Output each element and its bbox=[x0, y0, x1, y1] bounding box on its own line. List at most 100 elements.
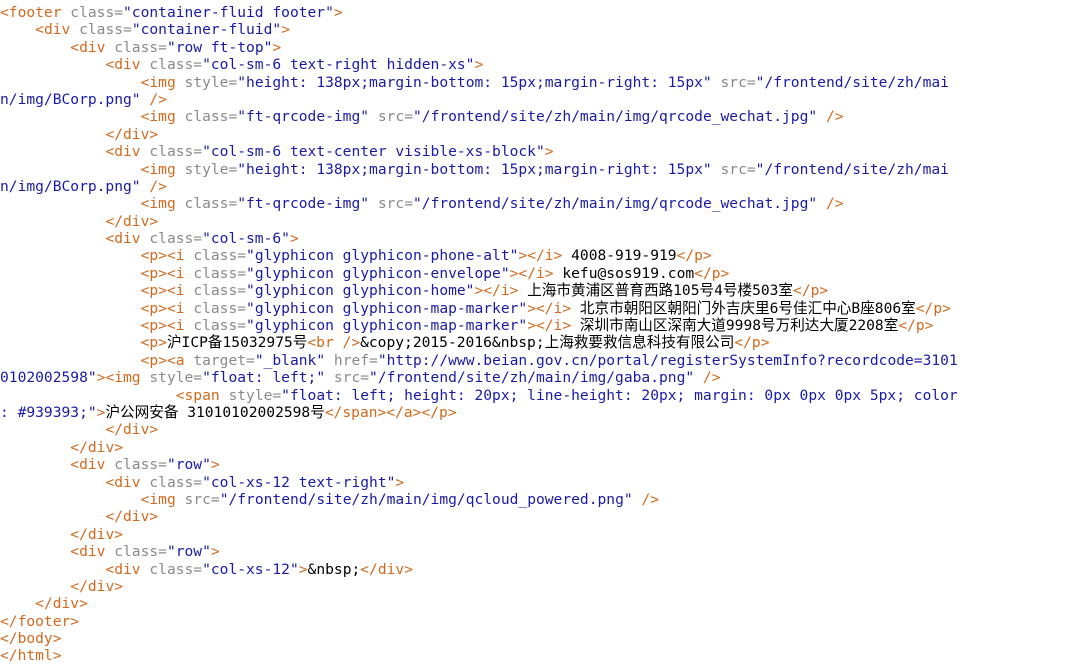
attribute-name: class= bbox=[184, 195, 238, 213]
text-content bbox=[0, 265, 141, 282]
attribute-value: "/frontend/site/zh/main/img/gaba.png" bbox=[369, 369, 703, 387]
code-line: <img class="ft-qrcode-img" src="/fronten… bbox=[0, 108, 1080, 125]
code-line: <div class="col-xs-12 text-right"> bbox=[0, 474, 1080, 491]
tag-token: <p><i bbox=[140, 317, 194, 335]
code-line: </div> bbox=[0, 126, 1080, 143]
tag-token: <img bbox=[140, 490, 185, 508]
code-line: </footer> bbox=[0, 613, 1080, 630]
tag-token: </span></a></p> bbox=[324, 403, 457, 421]
text-content bbox=[0, 247, 141, 264]
attribute-value: "_blank" bbox=[254, 351, 334, 369]
text-content bbox=[0, 300, 141, 317]
text-content: 沪ICP备15032975号 bbox=[166, 334, 308, 352]
tag-token: </p> bbox=[793, 282, 829, 300]
tag-token: /> bbox=[641, 490, 660, 508]
text-content bbox=[0, 56, 105, 73]
code-line: <div class="row ft-top"> bbox=[0, 39, 1080, 56]
text-content: &copy;2015-2016&nbsp;上海救要救信息科技有限公司 bbox=[360, 334, 735, 352]
tag-token: </div> bbox=[105, 421, 159, 439]
attribute-name: style= bbox=[228, 386, 282, 404]
text-content bbox=[0, 526, 70, 543]
code-line: <p><a target="_blank" href="http://www.b… bbox=[0, 352, 1080, 369]
code-line: <span style="float: left; height: 20px; … bbox=[0, 387, 1080, 404]
tag-token: </p> bbox=[898, 317, 934, 335]
text-content bbox=[0, 474, 105, 491]
text-content bbox=[0, 195, 141, 212]
tag-token: <p><a bbox=[140, 351, 194, 369]
attribute-value: n/img/BCorp.png" bbox=[0, 90, 150, 108]
code-line: </div> bbox=[0, 213, 1080, 230]
attribute-value: "col-sm-6 text-center visible-xs-block" bbox=[202, 143, 545, 161]
tag-token: <p> bbox=[140, 334, 167, 352]
attribute-name: class= bbox=[114, 456, 167, 474]
tag-token: <div bbox=[105, 560, 150, 578]
attribute-value: "height: 138px;margin-bottom: 15px;margi… bbox=[237, 73, 721, 91]
code-line: n/img/BCorp.png" /> bbox=[0, 178, 1080, 195]
tag-token: <div bbox=[70, 543, 115, 561]
attribute-name: class= bbox=[149, 56, 203, 74]
attribute-name: target= bbox=[193, 351, 255, 369]
code-line: </div> bbox=[0, 578, 1080, 595]
code-line: <img style="height: 138px;margin-bottom:… bbox=[0, 161, 1080, 178]
text-content bbox=[0, 21, 35, 38]
tag-token: <img bbox=[140, 73, 185, 91]
attribute-name: src= bbox=[377, 108, 413, 126]
tag-token: </div> bbox=[35, 595, 88, 613]
attribute-name: class= bbox=[193, 317, 247, 335]
tag-token: <img bbox=[140, 108, 185, 126]
tag-token: </div> bbox=[70, 577, 124, 595]
code-line: </div> bbox=[0, 439, 1080, 456]
tag-token: ></i> bbox=[527, 299, 572, 317]
code-line: : #939393;">沪公网安备 31010102002598号</span>… bbox=[0, 404, 1080, 421]
text-content bbox=[0, 561, 105, 578]
tag-token: ></i> bbox=[527, 317, 572, 335]
text-content: kefu@sos919.com bbox=[553, 264, 695, 282]
tag-token: </body> bbox=[0, 630, 62, 648]
tag-token: <div bbox=[105, 230, 150, 248]
attribute-value: "/frontend/site/zh/mai bbox=[755, 73, 949, 91]
text-content bbox=[0, 126, 105, 143]
code-line: 0102002598"><img style="float: left;" sr… bbox=[0, 369, 1080, 386]
tag-token: </div> bbox=[70, 525, 124, 543]
text-content: 深圳市南山区深南大道9998号万利达大厦2208室 bbox=[571, 317, 899, 335]
attribute-name: src= bbox=[333, 369, 370, 387]
attribute-name: src= bbox=[720, 73, 756, 91]
attribute-value: : #939393;" bbox=[0, 403, 97, 421]
code-line: <p><i class="glyphicon glyphicon-phone-a… bbox=[0, 247, 1080, 264]
text-content: 沪公网安备 31010102002598号 bbox=[105, 403, 325, 421]
code-line: <img style="height: 138px;margin-bottom:… bbox=[0, 74, 1080, 91]
code-line: <div class="row"> bbox=[0, 543, 1080, 560]
text-content bbox=[0, 317, 141, 334]
text-content bbox=[0, 39, 70, 56]
code-line: <p><i class="glyphicon glyphicon-map-mar… bbox=[0, 317, 1080, 334]
attribute-value: "/frontend/site/zh/main/img/qcloud_power… bbox=[219, 490, 642, 508]
attribute-name: src= bbox=[720, 160, 756, 178]
attribute-value: "height: 138px;margin-bottom: 15px;margi… bbox=[237, 160, 721, 178]
text-content bbox=[0, 543, 70, 560]
text-content bbox=[0, 108, 141, 125]
tag-token: > bbox=[298, 560, 308, 578]
tag-token: /> bbox=[702, 369, 721, 387]
tag-token: <p><i bbox=[140, 247, 194, 265]
tag-token: <span bbox=[175, 386, 229, 404]
tag-token: /> bbox=[149, 177, 167, 195]
tag-token: </html> bbox=[0, 647, 62, 665]
attribute-name: style= bbox=[149, 369, 203, 387]
text-content bbox=[0, 578, 70, 595]
code-line: <p>沪ICP备15032975号<br />&copy;2015-2016&n… bbox=[0, 334, 1080, 351]
attribute-value: "ft-qrcode-img" bbox=[237, 108, 378, 126]
attribute-value: "glyphicon glyphicon-map-marker" bbox=[246, 299, 528, 317]
source-code-viewer[interactable]: <footer class="container-fluid footer"> … bbox=[0, 0, 1080, 670]
attribute-value: "col-xs-12 text-right" bbox=[202, 473, 396, 491]
tag-token: <div bbox=[70, 38, 115, 56]
attribute-value: 0102002598" bbox=[0, 369, 97, 387]
code-line: <img class="ft-qrcode-img" src="/fronten… bbox=[0, 195, 1080, 212]
tag-token: <img bbox=[140, 195, 185, 213]
text-content bbox=[0, 74, 141, 91]
code-line: <img src="/frontend/site/zh/main/img/qcl… bbox=[0, 491, 1080, 508]
text-content bbox=[0, 230, 105, 247]
code-line: <div class="col-sm-6"> bbox=[0, 230, 1080, 247]
tag-token: </p> bbox=[676, 247, 712, 265]
text-content bbox=[0, 161, 141, 178]
attribute-name: style= bbox=[184, 73, 238, 91]
